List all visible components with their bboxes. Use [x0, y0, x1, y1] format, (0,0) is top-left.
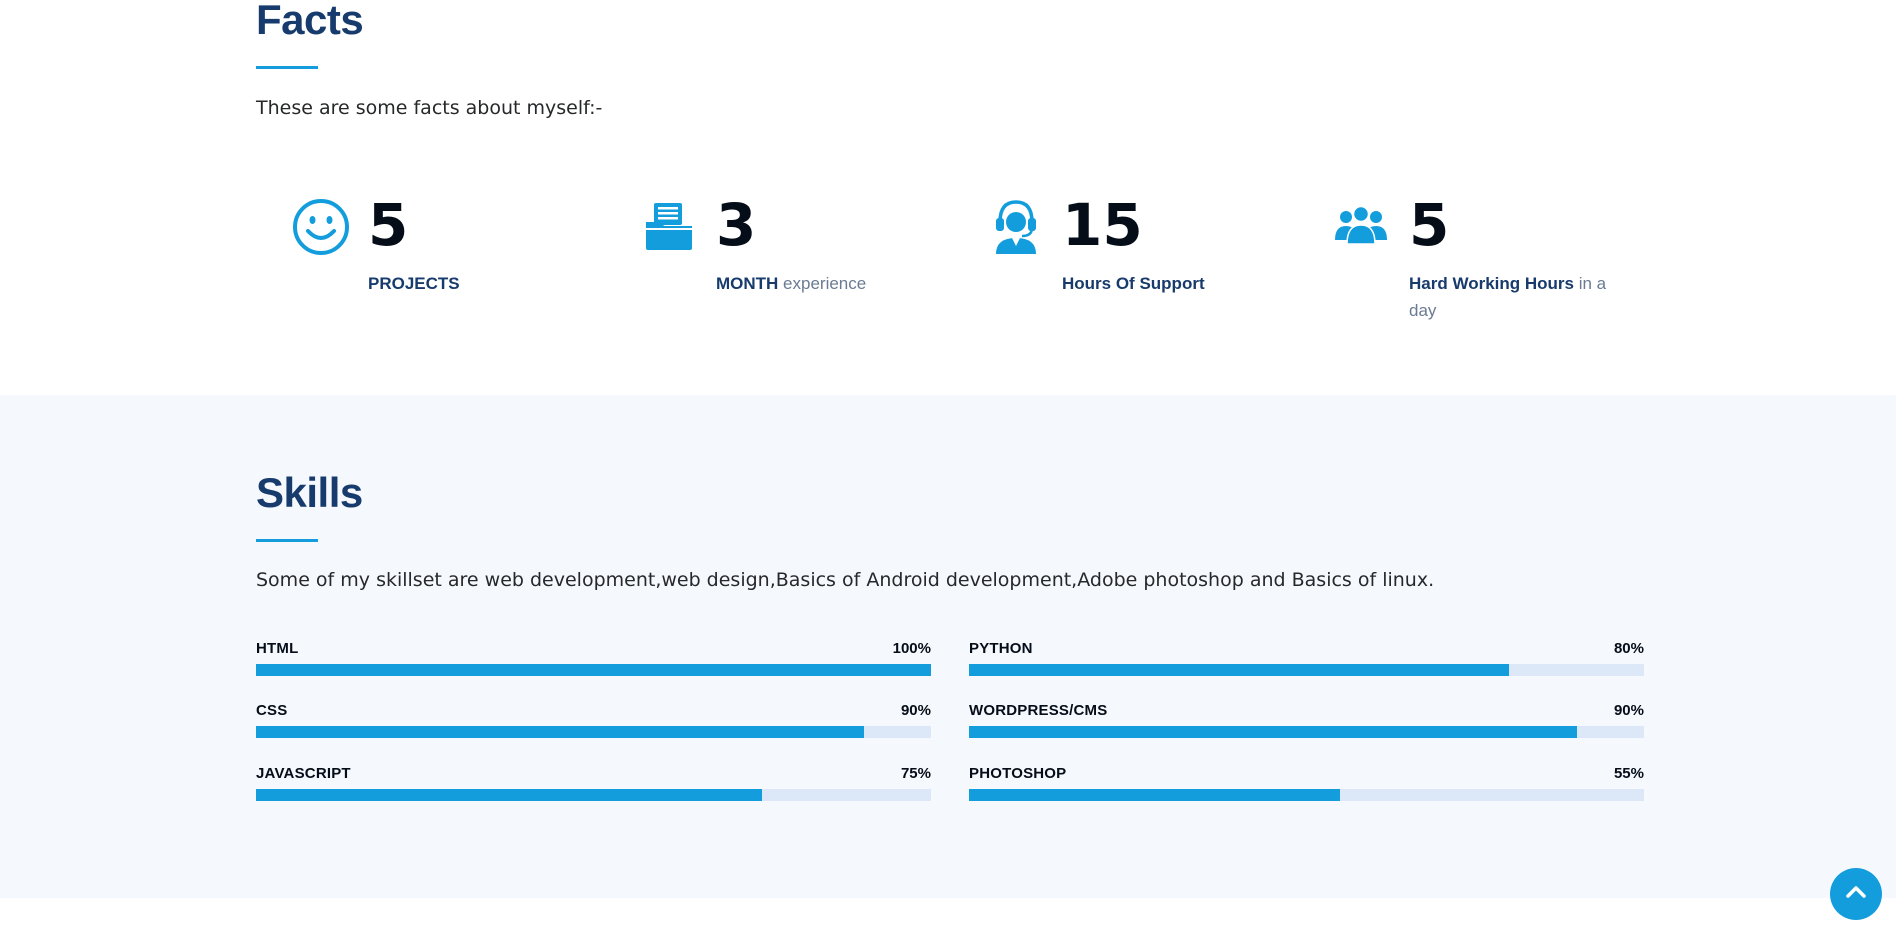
fact-number: 5	[368, 191, 409, 259]
skill-percent: 90%	[1613, 702, 1644, 719]
back-to-top-button[interactable]	[1830, 868, 1882, 920]
skill-name: CSS	[256, 702, 288, 719]
smiley-icon	[292, 198, 350, 256]
facts-title: Facts	[256, 0, 364, 43]
skill-wordpress: WORDPRESS/CMS 90%	[969, 702, 1644, 762]
people-icon	[1333, 198, 1391, 256]
fact-hours: 5 Hard Working Hours in a day	[1333, 191, 1653, 325]
skill-percent: 75%	[900, 765, 931, 782]
skills-title-underline	[256, 539, 318, 542]
progress-track	[969, 664, 1644, 676]
progress-track	[256, 664, 931, 676]
progress-fill	[969, 789, 1341, 801]
skill-html: HTML 100%	[256, 640, 931, 700]
fact-number: 3	[716, 191, 757, 259]
progress-track	[969, 726, 1644, 738]
skill-python: PYTHON 80%	[969, 640, 1644, 700]
skill-name: PHOTOSHOP	[969, 765, 1067, 782]
fact-experience: 3 MONTH experience	[644, 191, 964, 325]
chevron-up-icon	[1843, 879, 1869, 909]
facts-title-underline	[256, 66, 318, 69]
fact-number: 15	[1062, 191, 1143, 259]
progress-track	[256, 726, 931, 738]
progress-fill	[969, 664, 1509, 676]
next-section-top	[0, 898, 1896, 928]
folder-icon	[644, 198, 702, 256]
skill-percent: 100%	[892, 640, 931, 657]
skills-title: Skills	[256, 469, 363, 516]
fact-projects: 5 PROJECTS	[292, 191, 612, 325]
progress-track	[969, 789, 1644, 801]
skill-percent: 55%	[1613, 765, 1644, 782]
skill-css: CSS 90%	[256, 702, 931, 762]
skills-intro: Some of my skillset are web development,…	[256, 569, 1435, 591]
skills-section: Skills Some of my skillset are web devel…	[0, 395, 1896, 898]
fact-label: Hard Working Hours in a day	[1409, 274, 1607, 320]
skill-photoshop: PHOTOSHOP 55%	[969, 765, 1644, 825]
skill-name: PYTHON	[969, 640, 1033, 657]
skill-percent: 90%	[900, 702, 931, 719]
fact-support: 15 Hours Of Support	[992, 191, 1312, 325]
skill-percent: 80%	[1613, 640, 1644, 657]
facts-intro: These are some facts about myself:-	[256, 97, 603, 119]
fact-number: 5	[1409, 191, 1450, 259]
skill-name: HTML	[256, 640, 299, 657]
progress-fill	[969, 726, 1577, 738]
progress-fill	[256, 664, 931, 676]
fact-label: Hours Of Support	[1062, 274, 1205, 293]
skill-name: JAVASCRIPT	[256, 765, 351, 782]
skill-name: WORDPRESS/CMS	[969, 702, 1108, 719]
progress-fill	[256, 789, 763, 801]
fact-label: MONTH experience	[716, 274, 867, 293]
progress-fill	[256, 726, 864, 738]
progress-track	[256, 789, 931, 801]
facts-section: Facts These are some facts about myself:…	[0, 0, 1896, 395]
skill-javascript: JAVASCRIPT 75%	[256, 765, 931, 825]
headset-icon	[992, 198, 1050, 256]
fact-label: PROJECTS	[368, 274, 460, 293]
